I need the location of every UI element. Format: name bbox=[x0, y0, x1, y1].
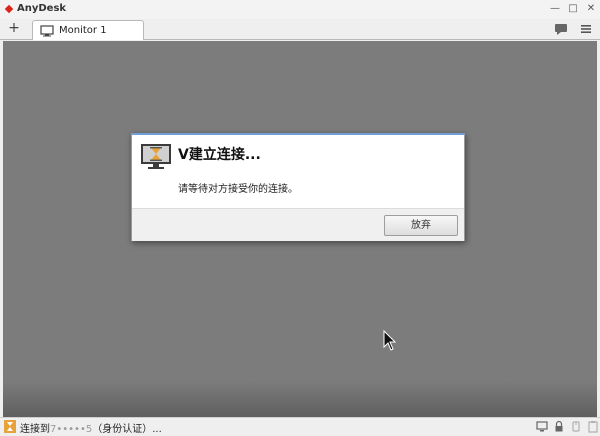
status-bar: 连接到7•••••5（身份认证）... bbox=[0, 417, 600, 436]
tab-bar: + Monitor 1 bbox=[0, 19, 600, 40]
tab-label: Monitor 1 bbox=[59, 25, 107, 36]
maximize-icon[interactable]: □ bbox=[566, 2, 580, 16]
dialog-message: 请等待对方接受你的连接。 bbox=[178, 184, 298, 195]
screen-icon[interactable] bbox=[536, 420, 548, 433]
connecting-dialog: V建立连接... 请等待对方接受你的连接。 放弃 bbox=[131, 133, 465, 241]
cancel-button[interactable]: 放弃 bbox=[384, 215, 458, 236]
dialog-footer: 放弃 bbox=[132, 208, 464, 241]
anydesk-logo-icon bbox=[4, 4, 14, 14]
input-disabled-icon[interactable] bbox=[570, 420, 582, 433]
dialog-title: V建立连接... bbox=[178, 147, 261, 163]
remote-bottom-shade bbox=[3, 381, 597, 417]
remote-id-masked: 7•••••5 bbox=[50, 424, 93, 435]
tab-monitor-1[interactable]: Monitor 1 bbox=[32, 20, 144, 40]
lock-icon[interactable] bbox=[553, 420, 565, 433]
mouse-cursor-icon bbox=[383, 330, 397, 351]
title-bar: AnyDesk — □ ✕ bbox=[0, 0, 600, 19]
app-title: AnyDesk bbox=[17, 3, 67, 14]
status-text: 连接到7•••••5（身份认证）... bbox=[20, 424, 162, 435]
monitor-icon bbox=[40, 25, 54, 37]
connection-status-icon bbox=[4, 420, 16, 433]
close-icon[interactable]: ✕ bbox=[584, 2, 598, 16]
hourglass-monitor-icon bbox=[141, 144, 171, 169]
add-tab-button[interactable]: + bbox=[7, 19, 21, 39]
clipboard-icon[interactable] bbox=[587, 420, 599, 433]
minimize-icon[interactable]: — bbox=[548, 2, 562, 16]
chat-icon[interactable] bbox=[554, 22, 568, 36]
menu-icon[interactable] bbox=[579, 22, 593, 36]
